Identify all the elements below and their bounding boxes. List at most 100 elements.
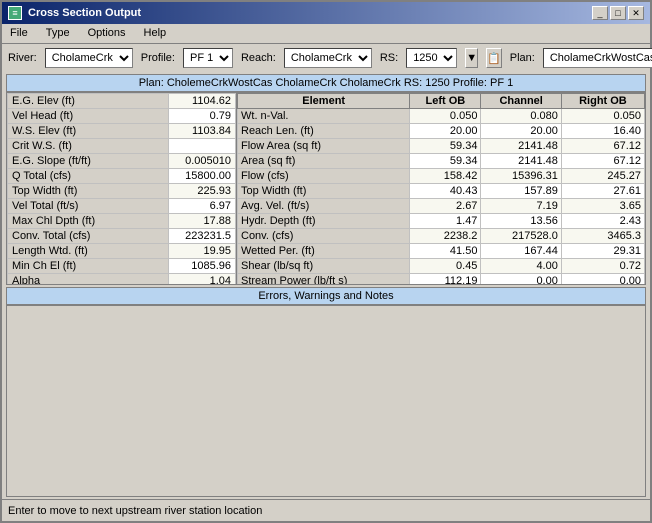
menu-file[interactable]: File (6, 26, 32, 41)
main-window: ≡ Cross Section Output _ □ ✕ File Type O… (0, 0, 652, 523)
left-row-value: 1103.84 (169, 124, 236, 139)
left-row-value: 223231.5 (169, 229, 236, 244)
rs-select[interactable]: 1250 (406, 48, 457, 68)
left-row-value (169, 139, 236, 154)
left-table-row: E.G. Elev (ft) 1104.62 (8, 94, 236, 109)
profile-label: Profile: (141, 52, 175, 64)
window-title: Cross Section Output (28, 7, 141, 19)
errors-area (6, 305, 646, 498)
right-row-label: Flow Area (sq ft) (238, 139, 410, 154)
right-row-rightob: 3.65 (561, 199, 644, 214)
right-row-channel: 15396.31 (481, 169, 561, 184)
left-row-label: Conv. Total (cfs) (8, 229, 169, 244)
right-row-channel: 2141.48 (481, 154, 561, 169)
right-row-channel: 217528.0 (481, 229, 561, 244)
menu-bar: File Type Options Help (2, 24, 650, 44)
menu-help[interactable]: Help (140, 26, 171, 41)
errors-bar: Errors, Warnings and Notes (6, 287, 646, 305)
right-row-channel: 13.56 (481, 214, 561, 229)
right-row-label: Reach Len. (ft) (238, 124, 410, 139)
right-col-header: Right OB (561, 94, 644, 109)
right-table-row: Top Width (ft) 40.43 157.89 27.61 (238, 184, 645, 199)
right-row-rightob: 29.31 (561, 244, 644, 259)
right-col-header: Element (238, 94, 410, 109)
minimize-button[interactable]: _ (592, 6, 608, 20)
left-row-value: 17.88 (169, 214, 236, 229)
right-row-leftob: 2.67 (410, 199, 481, 214)
title-controls: _ □ ✕ (592, 6, 644, 20)
right-row-leftob: 59.34 (410, 154, 481, 169)
maximize-button[interactable]: □ (610, 6, 626, 20)
next-rs-button[interactable]: 📋 (486, 48, 502, 68)
right-row-label: Stream Power (lb/ft s) (238, 274, 410, 284)
left-row-label: Q Total (cfs) (8, 169, 169, 184)
right-row-channel: 20.00 (481, 124, 561, 139)
menu-type[interactable]: Type (42, 26, 74, 41)
right-row-leftob: 1.47 (410, 214, 481, 229)
right-table-row: Hydr. Depth (ft) 1.47 13.56 2.43 (238, 214, 645, 229)
right-row-label: Area (sq ft) (238, 154, 410, 169)
plan-select[interactable]: CholameCrkWostCas (543, 48, 652, 68)
left-table: E.G. Elev (ft) 1104.62 Vel Head (ft) 0.7… (7, 93, 237, 284)
right-row-label: Wt. n-Val. (238, 109, 410, 124)
info-header: Plan: CholemeCrkWostCas CholameCrk Chola… (6, 74, 646, 92)
right-row-channel: 157.89 (481, 184, 561, 199)
menu-options[interactable]: Options (84, 26, 130, 41)
left-table-row: Vel Total (ft/s) 6.97 (8, 199, 236, 214)
left-row-label: E.G. Slope (ft/ft) (8, 154, 169, 169)
content-area: Plan: CholemeCrkWostCas CholameCrk Chola… (2, 72, 650, 499)
profile-select[interactable]: PF 1 (183, 48, 233, 68)
left-row-label: Vel Total (ft/s) (8, 199, 169, 214)
left-row-value: 6.97 (169, 199, 236, 214)
right-col-header: Left OB (410, 94, 481, 109)
right-row-leftob: 158.42 (410, 169, 481, 184)
left-row-value: 1.04 (169, 274, 236, 284)
left-table-row: Top Width (ft) 225.93 (8, 184, 236, 199)
right-row-rightob: 0.050 (561, 109, 644, 124)
app-icon: ≡ (8, 6, 22, 20)
right-row-rightob: 67.12 (561, 139, 644, 154)
right-table-row: Flow (cfs) 158.42 15396.31 245.27 (238, 169, 645, 184)
title-bar-left: ≡ Cross Section Output (8, 6, 141, 20)
left-table-row: Q Total (cfs) 15800.00 (8, 169, 236, 184)
left-row-label: Length Wtd. (ft) (8, 244, 169, 259)
right-table-row: Wetted Per. (ft) 41.50 167.44 29.31 (238, 244, 645, 259)
right-col-header: Channel (481, 94, 561, 109)
right-header-row: ElementLeft OBChannelRight OB (238, 94, 645, 109)
status-bar: Enter to move to next upstream river sta… (2, 499, 650, 521)
left-table-row: W.S. Elev (ft) 1103.84 (8, 124, 236, 139)
close-button[interactable]: ✕ (628, 6, 644, 20)
left-row-value: 0.005010 (169, 154, 236, 169)
right-table-row: Shear (lb/sq ft) 0.45 4.00 0.72 (238, 259, 645, 274)
river-select[interactable]: CholameCrk (45, 48, 133, 68)
right-row-leftob: 2238.2 (410, 229, 481, 244)
left-row-value: 19.95 (169, 244, 236, 259)
right-row-label: Conv. (cfs) (238, 229, 410, 244)
left-row-label: Max Chl Dpth (ft) (8, 214, 169, 229)
right-row-channel: 0.00 (481, 274, 561, 284)
left-table-row: Vel Head (ft) 0.79 (8, 109, 236, 124)
reach-select[interactable]: CholameCrk (284, 48, 372, 68)
right-table: ElementLeft OBChannelRight OB Wt. n-Val.… (237, 93, 645, 284)
prev-rs-button[interactable]: ▼ (465, 48, 478, 68)
left-row-value: 1085.96 (169, 259, 236, 274)
right-table-row: Area (sq ft) 59.34 2141.48 67.12 (238, 154, 645, 169)
right-table-row: Stream Power (lb/ft s) 112.19 0.00 0.00 (238, 274, 645, 284)
left-row-value: 1104.62 (169, 94, 236, 109)
left-row-value: 225.93 (169, 184, 236, 199)
right-row-rightob: 245.27 (561, 169, 644, 184)
right-row-label: Top Width (ft) (238, 184, 410, 199)
right-row-label: Wetted Per. (ft) (238, 244, 410, 259)
right-row-leftob: 112.19 (410, 274, 481, 284)
left-row-value: 15800.00 (169, 169, 236, 184)
right-row-leftob: 40.43 (410, 184, 481, 199)
right-data-table: ElementLeft OBChannelRight OB Wt. n-Val.… (237, 93, 645, 284)
right-row-channel: 167.44 (481, 244, 561, 259)
right-row-leftob: 0.050 (410, 109, 481, 124)
status-text: Enter to move to next upstream river sta… (8, 505, 262, 517)
right-row-channel: 2141.48 (481, 139, 561, 154)
right-table-row: Reach Len. (ft) 20.00 20.00 16.40 (238, 124, 645, 139)
right-row-label: Hydr. Depth (ft) (238, 214, 410, 229)
right-row-leftob: 41.50 (410, 244, 481, 259)
right-row-channel: 0.080 (481, 109, 561, 124)
